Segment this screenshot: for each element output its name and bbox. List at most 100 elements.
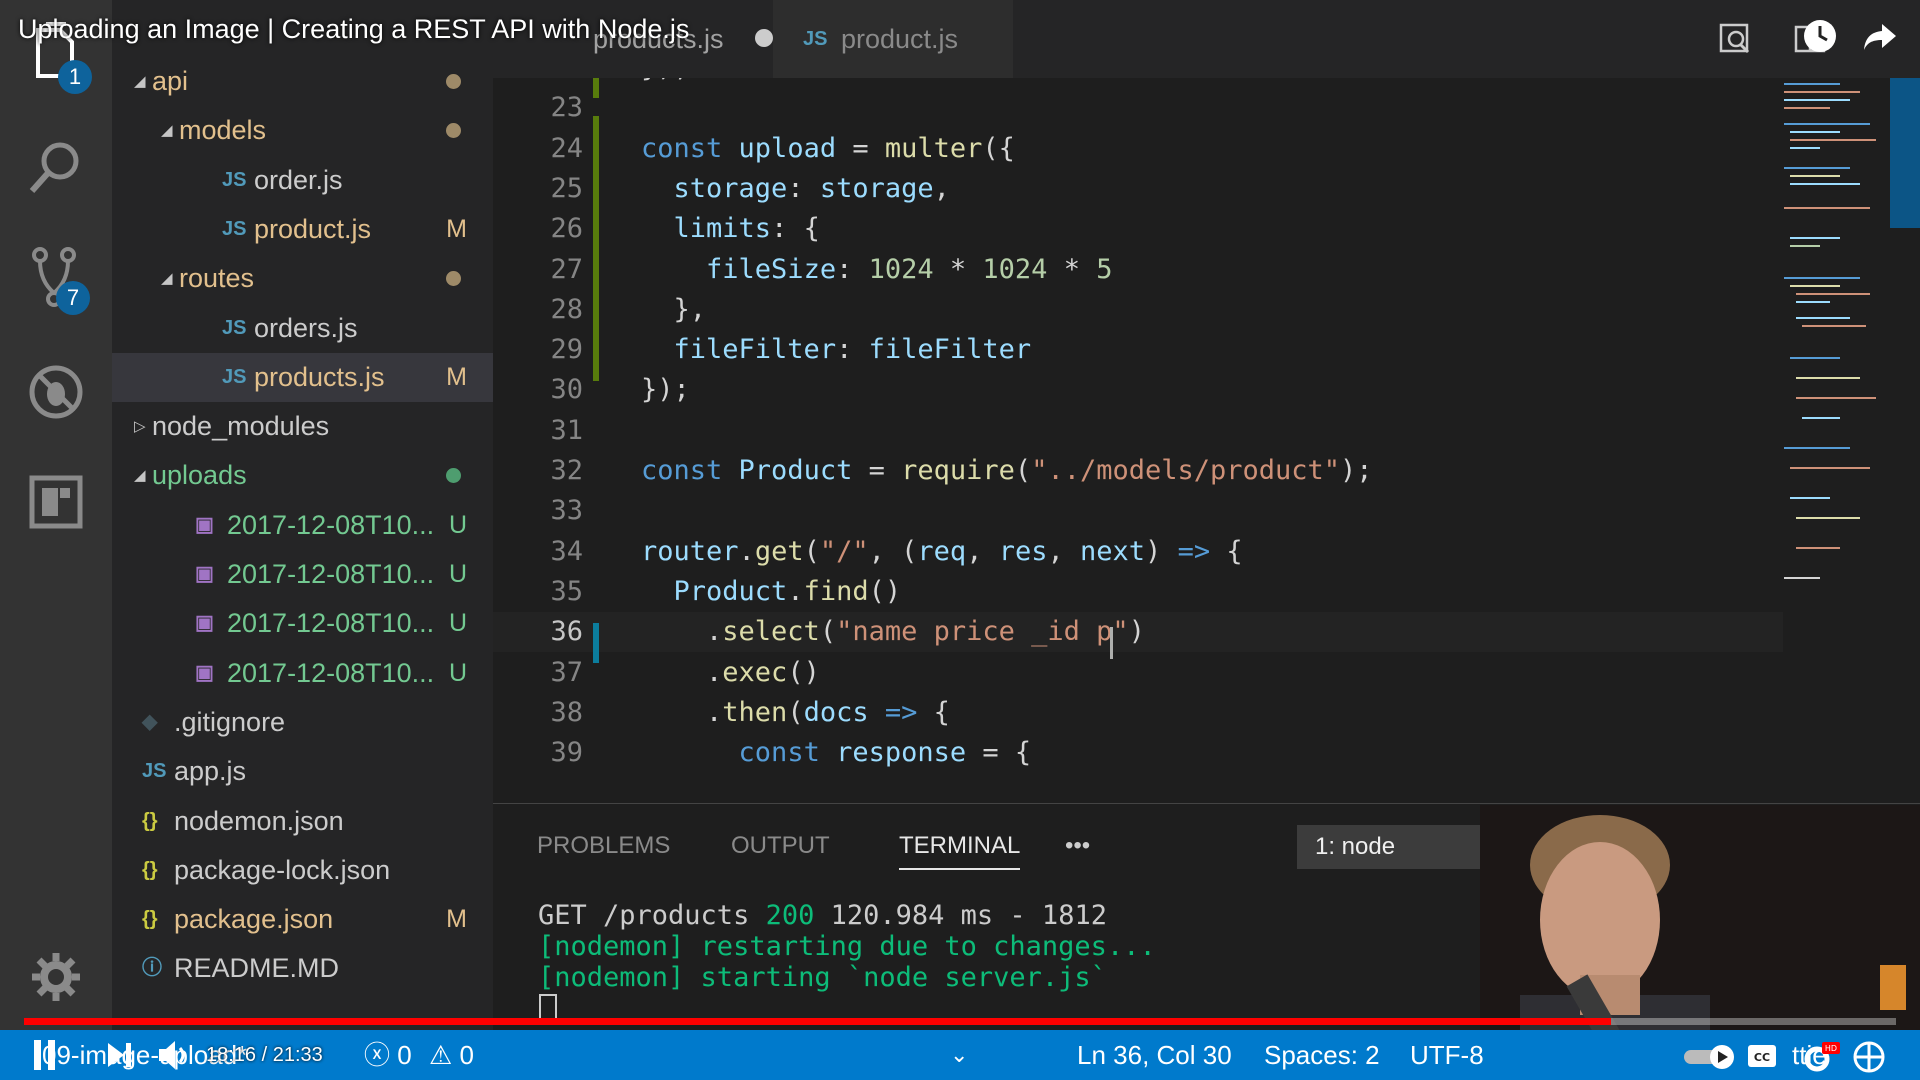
explorer-item-label: nodemon.json (174, 805, 344, 836)
encoding[interactable]: UTF-8 (1410, 1030, 1484, 1080)
activity-bar: 1 7 (0, 0, 112, 1030)
pause-icon[interactable] (30, 1038, 60, 1077)
watch-later-icon[interactable] (1800, 16, 1840, 61)
explorer-item-label: 2017-12-08T10... (227, 608, 435, 639)
terminal-select-value: 1: node (1315, 833, 1396, 860)
explorer-item[interactable]: ⓘ README.MD (112, 944, 493, 993)
code-text: .exec() (641, 656, 820, 688)
settings-hd-icon[interactable]: HD (1802, 1040, 1842, 1079)
problems-indicator[interactable]: ⓧ 0 ⚠ 0 (364, 1030, 474, 1080)
explorer-item[interactable]: {} package-lock.json (112, 846, 493, 895)
code-line[interactable]: 25 storage: storage, (493, 169, 1783, 209)
more-actions-icon[interactable]: ••• (1065, 824, 1090, 868)
explorer-sidebar: ◢ api ◢ models JS order.js JS product.js M ◢ route… (112, 0, 493, 1030)
captions-icon[interactable]: CC (1746, 1042, 1778, 1075)
explorer-item[interactable]: ◢ routes (112, 254, 493, 303)
code-line[interactable]: 39 const response = { (493, 733, 1783, 773)
code-line[interactable]: 32 const Product = require("../models/pro… (493, 451, 1783, 491)
code-line[interactable]: 34 router.get("/", (req, res, next) => { (493, 532, 1783, 572)
git-modified-gutter-marker (593, 623, 599, 663)
code-line[interactable]: 35 Product.find() (493, 572, 1783, 612)
explorer-item[interactable]: ◢ uploads (112, 451, 493, 500)
explorer-item[interactable]: {} package.json M (112, 895, 493, 944)
line-number: 37 (550, 656, 583, 688)
open-preview-icon[interactable] (1718, 22, 1752, 61)
tab-output[interactable]: OUTPUT (731, 824, 830, 868)
source-control-icon[interactable]: 7 (24, 245, 90, 315)
code-line[interactable]: 27 fileSize: 1024 * 1024 * 5 (493, 250, 1783, 290)
status-dot-icon (446, 271, 461, 287)
video-title[interactable]: Uploading an Image | Creating a REST API… (18, 14, 689, 45)
debug-icon[interactable] (24, 360, 88, 424)
fullscreen-icon[interactable] (1852, 1040, 1886, 1079)
git-status-badge: U (448, 510, 467, 539)
js-file-icon: JS (222, 168, 247, 191)
warning-icon: ⚠ (428, 1040, 453, 1070)
explorer-item[interactable]: ▣ 2017-12-08T10... U (112, 501, 493, 550)
autoplay-toggle-icon[interactable] (1682, 1044, 1738, 1075)
chevron-down-icon[interactable]: ◢ (161, 106, 173, 155)
volume-icon[interactable] (156, 1038, 192, 1077)
code-line[interactable]: 29 fileFilter: fileFilter (493, 330, 1783, 370)
line-number: 22 (493, 78, 583, 88)
minimap[interactable] (1780, 78, 1890, 608)
explorer-item[interactable]: JS product.js M (112, 205, 493, 254)
warning-count: 0 (459, 1040, 474, 1070)
code-line[interactable]: 24 const upload = multer({ (493, 129, 1783, 169)
explorer-item[interactable]: JS app.js (112, 747, 493, 796)
code-line[interactable]: 33 (493, 491, 1783, 531)
line-number: 32 (550, 455, 583, 486)
explorer-item-label: product.js (254, 213, 372, 244)
code-line[interactable]: 38 .then(docs => { (493, 693, 1783, 733)
explorer-item-label: uploads (152, 460, 247, 491)
code-line[interactable]: 36 .select("name price _id p") (493, 612, 1783, 653)
code-line[interactable]: 28 }, (493, 290, 1783, 330)
explorer-item[interactable]: ◢ models (112, 106, 493, 155)
tab-product-js[interactable]: JS product.js (773, 0, 1013, 78)
git-status-badge: M (446, 362, 467, 391)
share-icon[interactable] (1862, 18, 1898, 59)
code-text: }); (641, 78, 690, 88)
cursor-position[interactable]: Ln 36, Col 30 (1077, 1030, 1232, 1080)
explorer-item[interactable]: ▣ 2017-12-08T10... U (112, 599, 493, 648)
code-text: const response = { (738, 737, 1032, 769)
chevron-down-icon[interactable]: ◢ (134, 451, 146, 500)
indentation[interactable]: Spaces: 2 (1264, 1030, 1380, 1080)
code-line[interactable]: 26 limits: { (493, 209, 1783, 249)
explorer-item[interactable]: JS products.js M (112, 352, 493, 402)
explorer-item[interactable]: ◆ .gitignore (112, 698, 493, 747)
chevron-down-icon[interactable]: ⌄ (950, 1030, 968, 1080)
video-progress-fill[interactable] (24, 1018, 1612, 1025)
line-number: 29 (550, 334, 583, 366)
tab-problems[interactable]: PROBLEMS (537, 824, 670, 868)
next-icon[interactable] (104, 1040, 134, 1075)
explorer-item[interactable]: ▷ node_modules (112, 402, 493, 451)
code-line[interactable]: 22}); (493, 78, 1783, 88)
extensions-icon[interactable] (24, 470, 88, 534)
scrollbar-thumb[interactable] (1890, 78, 1920, 228)
line-number: 38 (550, 696, 583, 728)
explorer-item[interactable]: ◢ api (112, 57, 493, 106)
explorer-item[interactable]: ▣ 2017-12-08T10... U (112, 550, 493, 599)
code-line[interactable]: 37 .exec() (493, 653, 1783, 693)
js-file-icon: JS (222, 365, 247, 388)
code-text: router.get("/", (req, res, next) => { (641, 535, 1243, 567)
explorer-item[interactable]: JS orders.js (112, 304, 493, 353)
explorer-item[interactable]: JS order.js (112, 156, 493, 205)
tab-terminal[interactable]: TERMINAL (899, 824, 1021, 870)
explorer-item[interactable]: {} nodemon.json (112, 797, 493, 846)
code-line[interactable]: 31 (493, 411, 1783, 451)
gear-icon[interactable] (24, 945, 88, 1009)
code-line[interactable]: 30}); (493, 370, 1783, 410)
chevron-down-icon[interactable]: ◢ (134, 57, 146, 106)
line-number: 27 (550, 253, 583, 285)
code-line[interactable]: 23 (493, 88, 1783, 128)
line-number: 25 (550, 172, 583, 204)
explorer-item-label: orders.js (254, 312, 358, 343)
error-count: 0 (397, 1040, 412, 1070)
search-icon[interactable] (24, 135, 88, 199)
chevron-right-icon[interactable]: ▷ (134, 402, 146, 451)
chevron-down-icon[interactable]: ◢ (161, 254, 173, 303)
code-editor[interactable]: 22}); 23 24 const upload = multer({25 stora… (493, 78, 1920, 803)
explorer-item[interactable]: ▣ 2017-12-08T10... U (112, 649, 493, 698)
